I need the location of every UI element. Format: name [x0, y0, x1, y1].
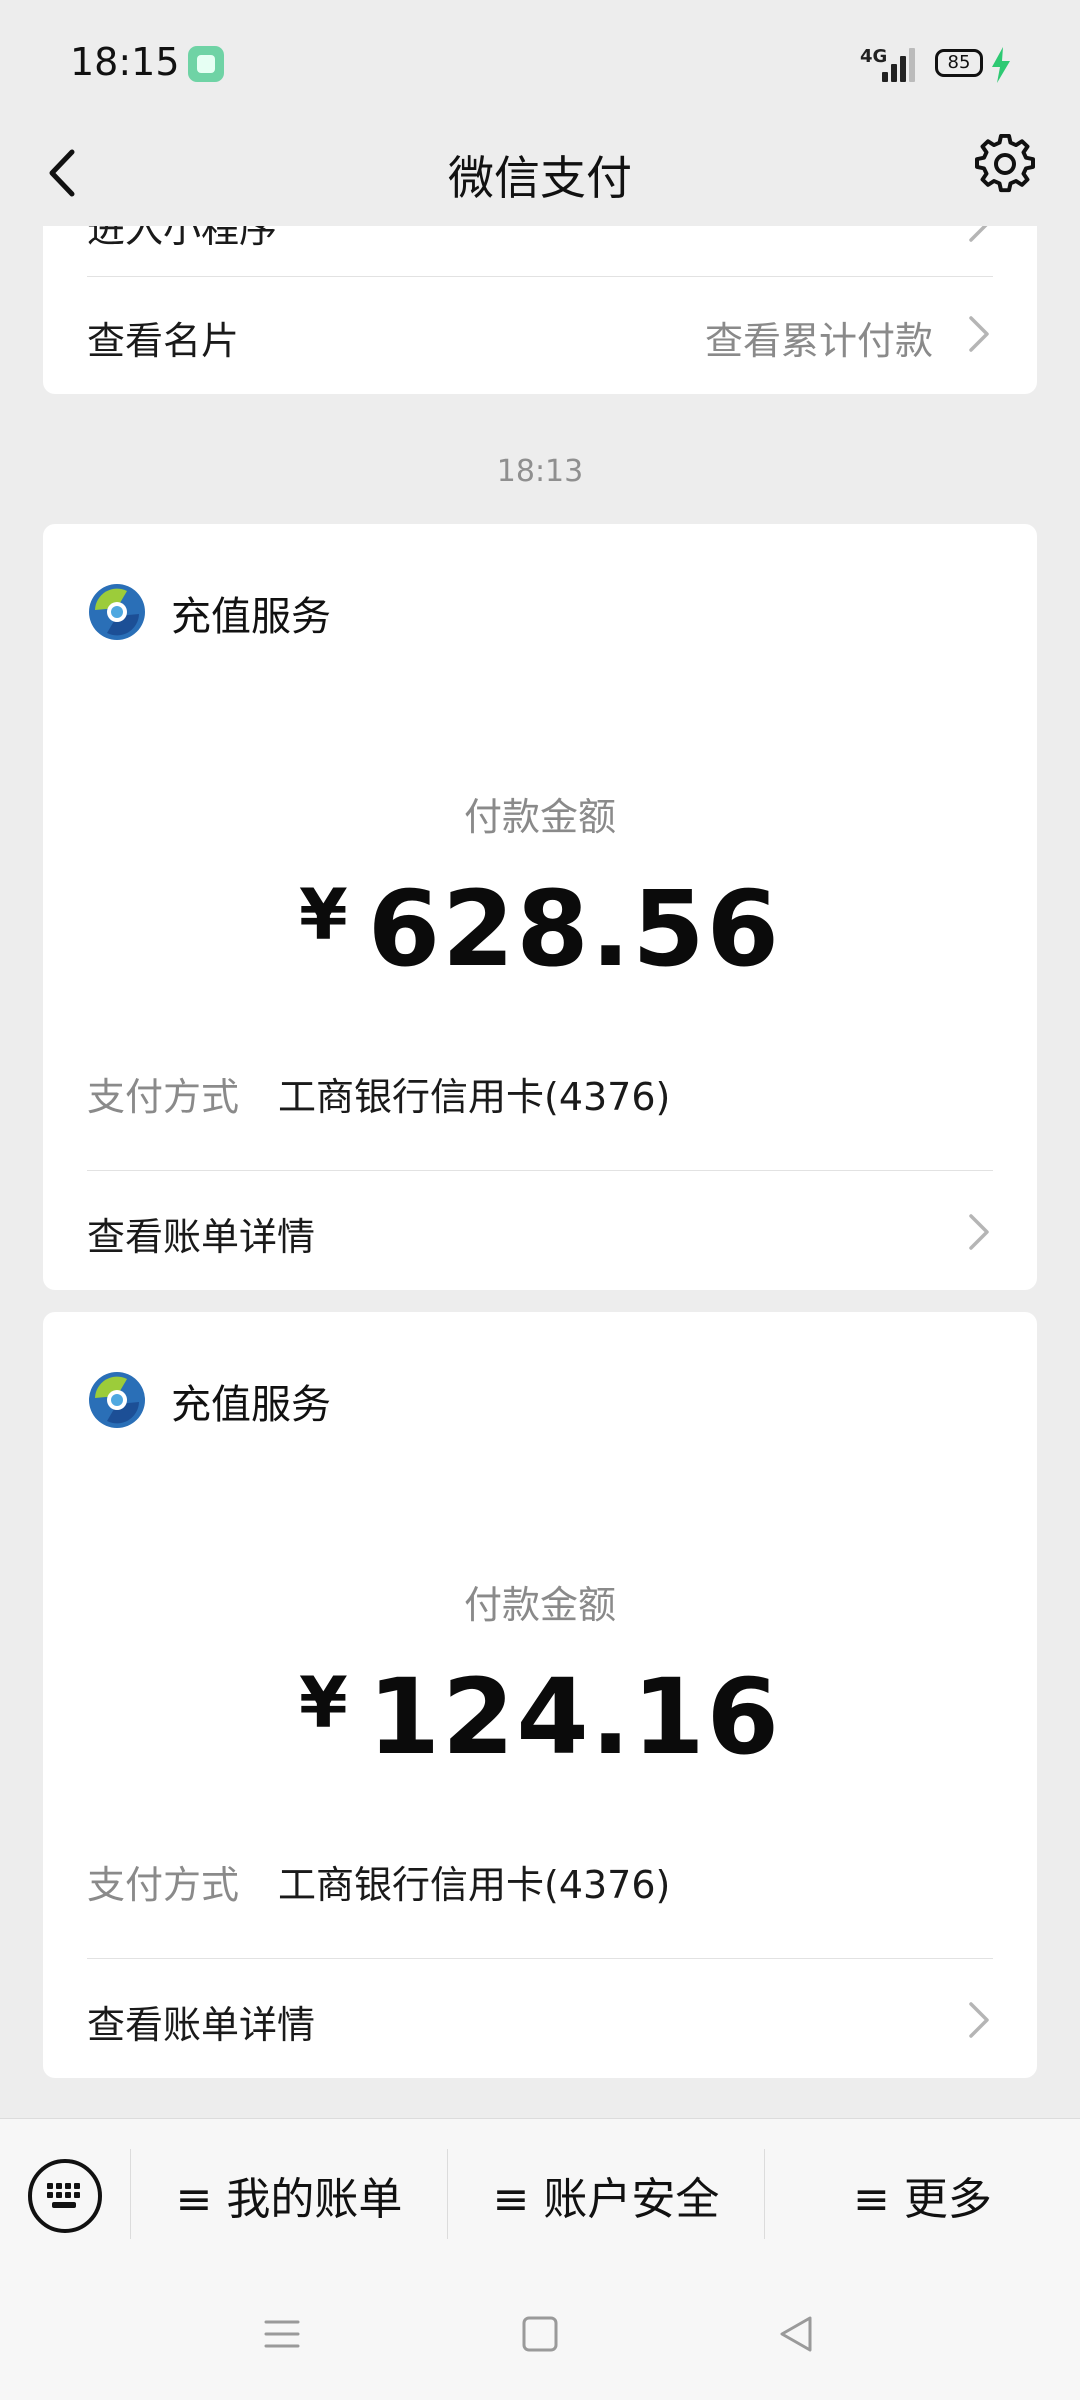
status-bar: 18:15 4G 85 — [0, 0, 1080, 120]
divider — [87, 1170, 993, 1171]
page-title: 微信支付 — [448, 151, 632, 205]
battery-icon: 85 — [935, 49, 983, 77]
charging-icon — [992, 47, 1010, 83]
back-icon[interactable] — [776, 2314, 816, 2354]
nav-bar: 微信支付 — [0, 120, 1080, 226]
payment-amount: ¥628.56 — [43, 868, 1037, 990]
status-time: 18:15 — [70, 40, 180, 84]
payment-method-value: 工商银行信用卡(4376) — [278, 1075, 671, 1119]
view-bill-details-label: 查看账单详情 — [87, 1215, 316, 1259]
view-bill-details-label: 查看账单详情 — [87, 2003, 316, 2047]
payment-method-value: 工商银行信用卡(4376) — [278, 1863, 671, 1907]
service-name: 充值服务 — [171, 1382, 331, 1428]
view-card-row[interactable]: 查看名片 查看累计付款 — [87, 310, 993, 363]
chevron-right-icon — [969, 1214, 989, 1250]
system-nav-bar — [0, 2268, 1080, 2400]
view-total-payment-link[interactable]: 查看累计付款 — [705, 310, 933, 365]
gear-icon[interactable] — [975, 134, 1035, 194]
bottom-menu: ≡ 我的账单 ≡ 账户安全 ≡ 更多 — [0, 2118, 1080, 2269]
mini-program-card: 进入小程序 查看名片 查看累计付款 — [43, 226, 1037, 394]
view-bill-details-row[interactable]: 查看账单详情 — [87, 1206, 993, 1259]
chevron-right-icon — [969, 2002, 989, 2038]
app-notification-icon — [188, 46, 224, 82]
recharge-service-logo — [89, 1372, 145, 1428]
chevron-right-icon — [969, 226, 988, 242]
amount-label: 付款金额 — [463, 795, 616, 839]
service-name: 充值服务 — [171, 594, 331, 640]
menu-account-security[interactable]: ≡ 账户安全 — [448, 2163, 764, 2227]
recent-apps-icon[interactable] — [262, 2314, 302, 2354]
view-bill-details-row[interactable]: 查看账单详情 — [87, 1994, 993, 2047]
message-timestamp: 18:13 — [496, 454, 584, 489]
recharge-service-logo — [89, 584, 145, 640]
payment-card: 充值服务 付款金额 ¥124.16 支付方式 工商银行信用卡(4376) 查看账… — [43, 1312, 1037, 2078]
signal-icon — [880, 48, 918, 82]
mini-program-label: 进入小程序 — [87, 226, 278, 251]
keyboard-icon[interactable] — [28, 2159, 102, 2233]
amount-label: 付款金额 — [463, 1583, 616, 1627]
chevron-right-icon — [969, 316, 989, 352]
view-card-label: 查看名片 — [87, 319, 240, 363]
payment-method-label: 支付方式 — [87, 1863, 240, 1907]
home-icon[interactable] — [520, 2314, 560, 2354]
menu-more[interactable]: ≡ 更多 — [765, 2163, 1080, 2227]
menu-my-bills[interactable]: ≡ 我的账单 — [131, 2163, 447, 2227]
divider — [87, 1958, 993, 1959]
divider — [87, 276, 993, 277]
mini-program-row[interactable]: 进入小程序 — [87, 226, 993, 251]
amount-value: 628.56 — [367, 868, 782, 990]
payment-amount: ¥124.16 — [43, 1656, 1037, 1778]
currency-symbol: ¥ — [298, 1662, 350, 1744]
amount-value: 124.16 — [367, 1656, 782, 1778]
payment-method-label: 支付方式 — [87, 1075, 240, 1119]
currency-symbol: ¥ — [298, 874, 350, 956]
payment-card: 充值服务 付款金额 ¥628.56 支付方式 工商银行信用卡(4376) 查看账… — [43, 524, 1037, 1290]
